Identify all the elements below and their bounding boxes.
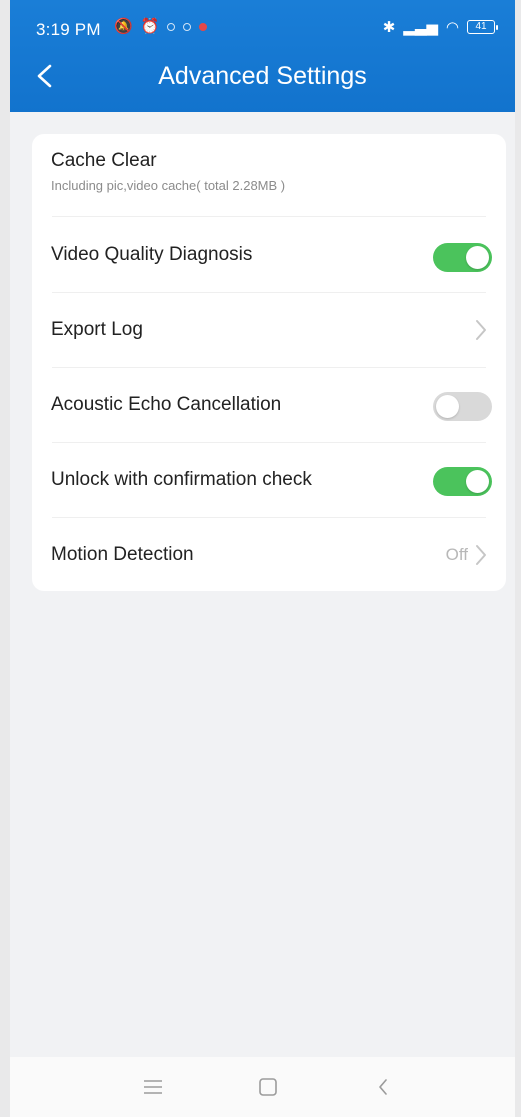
video-quality-diagnosis-row: Video Quality Diagnosis <box>32 218 506 293</box>
export-log-label: Export Log <box>51 319 143 340</box>
home-icon-graphic <box>259 1078 277 1096</box>
acoustic-echo-cancellation-row: Acoustic Echo Cancellation <box>32 368 506 443</box>
chevron-right-icon <box>476 320 486 340</box>
toggle-knob <box>466 470 489 493</box>
notification-dot-icon <box>199 23 208 31</box>
unlock-confirmation-row: Unlock with confirmation check <box>32 443 506 518</box>
settings-card: Cache Clear Including pic,video cache( t… <box>32 134 506 591</box>
acoustic-echo-cancellation-label: Acoustic Echo Cancellation <box>51 394 282 415</box>
bluetooth-icon: ✱ <box>382 19 396 36</box>
cache-clear-description: Including pic,video cache( total 2.28MB … <box>51 178 286 193</box>
unlock-confirmation-label: Unlock with confirmation check <box>51 469 312 490</box>
page-title: Advanced Settings <box>158 62 367 90</box>
unlock-confirmation-toggle[interactable] <box>433 467 492 496</box>
silent-icon: 🔕 <box>114 18 133 35</box>
cache-clear-row[interactable]: Cache Clear Including pic,video cache( t… <box>32 134 506 217</box>
video-quality-diagnosis-label: Video Quality Diagnosis <box>51 244 253 265</box>
alarm-icon: ⏰ <box>140 18 160 35</box>
motion-detection-label: Motion Detection <box>51 544 194 565</box>
battery-level: 41 <box>475 21 487 32</box>
status-bar: 3:19 PM 🔕 ⏰ ✱ ▂▃▅ ◠ 41 <box>10 14 515 44</box>
notification-dot-icon <box>167 23 176 31</box>
status-left-icons: 🔕 ⏰ <box>114 18 208 36</box>
menu-icon-graphic <box>144 1080 162 1094</box>
export-log-row[interactable]: Export Log <box>32 293 506 368</box>
motion-detection-row[interactable]: Motion Detection Off <box>32 518 506 593</box>
back-icon[interactable] <box>365 1072 401 1102</box>
signal-icon: ▂▃▅ <box>403 19 438 36</box>
menu-icon[interactable] <box>135 1072 171 1102</box>
system-navigation-bar <box>10 1057 515 1117</box>
acoustic-echo-cancellation-toggle[interactable] <box>433 392 492 421</box>
motion-detection-value: Off <box>445 545 468 564</box>
video-quality-diagnosis-toggle[interactable] <box>433 243 492 272</box>
toggle-knob <box>466 246 489 269</box>
status-right-icons: ✱ ▂▃▅ ◠ 41 <box>382 18 498 36</box>
cache-clear-label: Cache Clear <box>51 150 157 171</box>
battery-icon: 41 <box>467 20 498 34</box>
notification-dot-icon <box>183 23 192 31</box>
wifi-icon: ◠ <box>445 19 459 36</box>
row-divider <box>52 216 486 217</box>
status-time: 3:19 PM <box>36 20 101 39</box>
screen: 3:19 PM 🔕 ⏰ ✱ ▂▃▅ ◠ 41 Advanced Settings… <box>0 0 521 1117</box>
chevron-right-icon <box>476 545 486 565</box>
home-icon[interactable] <box>250 1072 286 1102</box>
toggle-knob <box>436 395 459 418</box>
back-icon-graphic <box>379 1079 387 1095</box>
app-header: 3:19 PM 🔕 ⏰ ✱ ▂▃▅ ◠ 41 Advanced Settings <box>10 0 515 112</box>
